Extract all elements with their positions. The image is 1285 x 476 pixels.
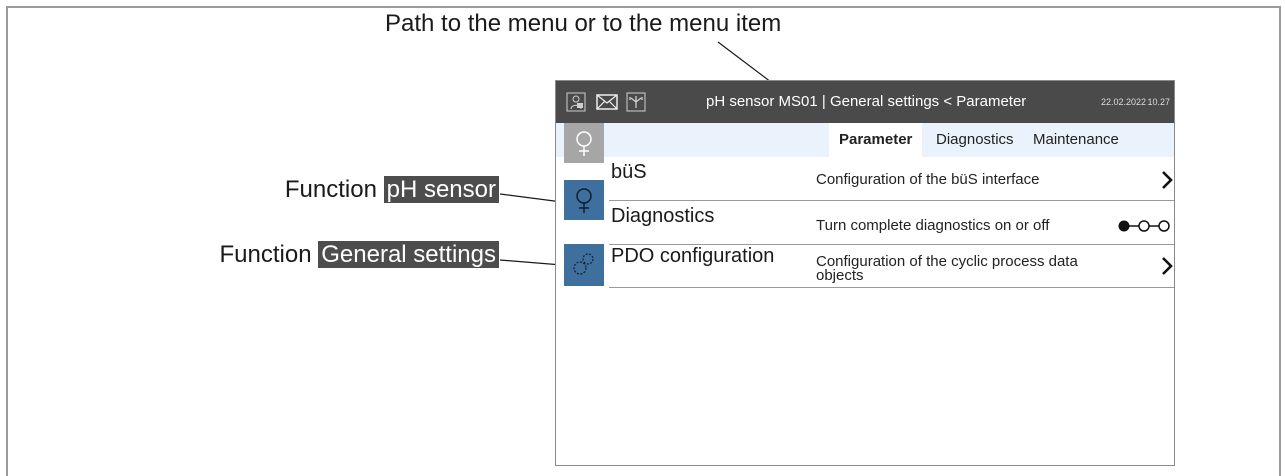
row-name: büS: [611, 161, 647, 183]
sidebar-item-general-settings[interactable]: [564, 244, 604, 286]
sidebar-item-ph-sensor[interactable]: [564, 180, 604, 220]
list-item-diagnostics[interactable]: Diagnostics Turn complete diagnostics on…: [609, 201, 1174, 245]
tab-bar: Parameter Diagnostics Maintenance: [556, 123, 1174, 157]
list-item-bus[interactable]: büS Configuration of the büS interface: [609, 157, 1175, 201]
callout-menu-path: Path to the menu or to the menu item: [385, 10, 782, 37]
tab-parameter[interactable]: Parameter: [829, 123, 923, 157]
callout-prefix: Function: [284, 176, 377, 203]
row-description: Configuration of the büS interface: [816, 171, 1040, 188]
time-display: 10.27: [1147, 97, 1170, 107]
row-description: Configuration of the cyclic process data…: [816, 253, 1078, 284]
date-display: 22.02.2022: [1100, 97, 1146, 107]
chevron-right-icon[interactable]: [1158, 169, 1175, 191]
chevron-right-icon[interactable]: [1158, 255, 1175, 277]
user-lock-icon[interactable]: [566, 92, 588, 112]
tab-diagnostics[interactable]: Diagnostics: [926, 123, 1024, 157]
toggle-icon[interactable]: [1116, 219, 1172, 233]
mail-icon[interactable]: [596, 92, 618, 112]
callout-prefix: Function: [219, 241, 312, 268]
row-name: Diagnostics: [611, 205, 715, 227]
callout-function-ph-sensor: Function pH sensor: [285, 176, 499, 204]
row-name: PDO configuration: [611, 245, 775, 267]
network-icon[interactable]: [626, 92, 648, 112]
device-screen: pH sensor MS01 | General settings < Para…: [555, 80, 1175, 466]
callout-highlight: General settings: [318, 241, 499, 268]
row-description: Turn complete diagnostics on or off: [816, 217, 1050, 234]
tab-maintenance[interactable]: Maintenance: [1023, 123, 1129, 157]
ph-sensor-icon: [576, 188, 592, 213]
ph-sensor-icon: [576, 131, 592, 156]
sidebar-item-ph-sensor-inactive[interactable]: [564, 123, 604, 163]
general-settings-icon: [573, 253, 594, 275]
menu-path-title: pH sensor MS01 | General settings < Para…: [706, 93, 1027, 110]
callout-function-general-settings: Function General settings: [219, 241, 499, 269]
list-item-pdo-configuration[interactable]: PDO configuration Configuration of the c…: [609, 245, 1175, 288]
title-bar: pH sensor MS01 | General settings < Para…: [556, 81, 1174, 123]
callout-highlight: pH sensor: [383, 176, 499, 203]
